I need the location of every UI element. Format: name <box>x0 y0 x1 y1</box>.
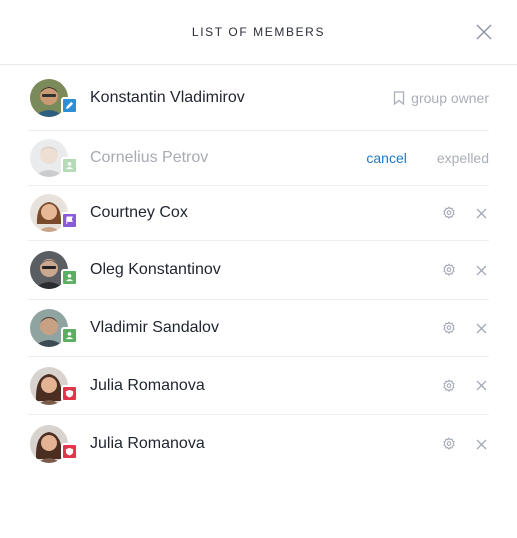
settings-button[interactable] <box>441 436 457 452</box>
member-row: Cornelius Petrov cancel expelled <box>28 131 489 186</box>
member-name: Julia Romanova <box>90 376 205 394</box>
user-icon <box>65 332 74 340</box>
member-name: Julia Romanova <box>90 435 205 452</box>
avatar[interactable] <box>30 425 78 463</box>
avatar[interactable] <box>30 251 78 289</box>
member-actions <box>441 186 489 240</box>
cancel-expel-button[interactable]: cancel <box>366 150 406 166</box>
close-icon <box>476 439 486 449</box>
member-row: Konstantin Vladimirov group owner <box>28 65 489 131</box>
remove-member-button[interactable] <box>473 378 489 394</box>
member-meta: group owner <box>393 65 489 130</box>
role-badge <box>61 384 78 402</box>
member-row: Julia Romanova <box>28 357 489 415</box>
settings-button[interactable] <box>441 262 457 278</box>
remove-member-button[interactable] <box>473 205 489 221</box>
user-icon <box>65 162 74 170</box>
dialog-header: LIST OF MEMBERS <box>0 0 517 65</box>
member-row: Vladimir Sandalov <box>28 300 489 357</box>
avatar[interactable] <box>30 139 78 177</box>
bookmark-icon <box>394 90 405 105</box>
pencil-icon <box>65 101 74 109</box>
role-badge <box>61 443 78 460</box>
settings-button[interactable] <box>441 320 457 336</box>
avatar[interactable] <box>30 366 78 405</box>
remove-member-button[interactable] <box>473 262 489 278</box>
role-badge <box>61 269 78 286</box>
member-name: Oleg Konstantinov <box>90 261 221 278</box>
role-badge <box>61 157 78 174</box>
member-actions <box>441 415 489 473</box>
member-meta: cancel expelled <box>366 131 489 185</box>
gear-icon <box>443 206 455 219</box>
close-icon <box>476 323 486 333</box>
member-name: Courtney Cox <box>90 204 188 221</box>
gear-icon <box>443 437 455 450</box>
settings-button[interactable] <box>441 205 457 221</box>
avatar[interactable] <box>30 309 78 347</box>
member-actions <box>441 241 489 299</box>
avatar[interactable] <box>30 78 78 117</box>
gear-icon <box>443 263 455 276</box>
close-icon <box>476 265 486 275</box>
status-badge: expelled <box>436 150 489 166</box>
shield-icon <box>65 447 74 456</box>
member-actions <box>441 300 489 356</box>
member-row: Oleg Konstantinov <box>28 241 489 300</box>
close-icon <box>476 380 486 391</box>
remove-member-button[interactable] <box>473 320 489 336</box>
member-row: Courtney Cox <box>28 186 489 241</box>
member-name: Konstantin Vladimirov <box>90 88 245 106</box>
role-badge <box>61 96 78 114</box>
close-dialog-button[interactable] <box>473 21 495 43</box>
member-name: Cornelius Petrov <box>90 149 209 166</box>
gear-icon <box>443 378 455 392</box>
dialog-title: LIST OF MEMBERS <box>191 25 326 39</box>
members-list: Konstantin Vladimirov group owner Cornel… <box>0 65 517 473</box>
remove-member-button[interactable] <box>473 436 489 452</box>
close-icon <box>476 208 486 218</box>
flag-icon <box>66 216 73 225</box>
close-icon <box>476 24 492 40</box>
owner-label: group owner <box>393 90 489 106</box>
gear-icon <box>443 321 455 334</box>
member-name: Vladimir Sandalov <box>90 319 219 336</box>
role-label: group owner <box>411 89 489 106</box>
shield-icon <box>65 389 74 398</box>
user-icon <box>65 274 74 282</box>
member-actions <box>441 357 489 414</box>
role-badge <box>61 327 78 344</box>
settings-button[interactable] <box>441 378 457 394</box>
members-dialog: LIST OF MEMBERS Konstantin Vladimirov gr… <box>0 0 517 538</box>
member-row: Julia Romanova <box>28 415 489 473</box>
role-badge <box>61 212 78 229</box>
avatar[interactable] <box>30 194 78 232</box>
